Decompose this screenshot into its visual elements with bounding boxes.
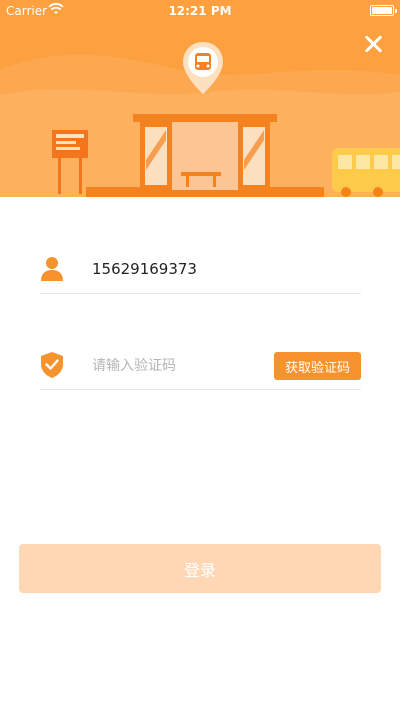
phone-input[interactable] — [92, 256, 272, 282]
verification-code-input[interactable] — [92, 352, 272, 378]
login-button[interactable]: 登录 — [19, 544, 381, 593]
bus-illustration — [332, 148, 400, 197]
battery-icon — [370, 5, 397, 16]
user-icon — [41, 257, 63, 281]
header-illustration — [0, 0, 400, 197]
shield-check-icon — [41, 352, 63, 378]
status-bar: Carrier 12:21 PM — [0, 0, 400, 22]
verification-code-field: 获取验证码 — [40, 342, 361, 390]
phone-field — [40, 246, 361, 294]
get-code-button[interactable]: 获取验证码 — [274, 352, 361, 380]
status-time: 12:21 PM — [168, 4, 232, 18]
close-icon[interactable] — [362, 32, 386, 56]
